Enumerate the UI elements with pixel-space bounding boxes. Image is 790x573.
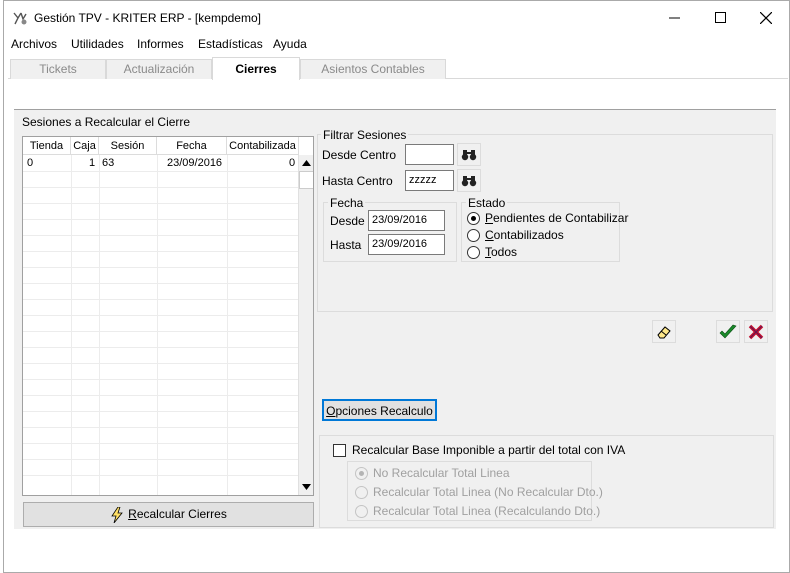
accept-button[interactable] xyxy=(716,320,740,343)
scroll-thumb[interactable] xyxy=(299,171,313,189)
search-hasta-centro-button[interactable] xyxy=(457,169,481,192)
tab-tickets[interactable]: Tickets xyxy=(10,59,106,79)
filter-group-label: Filtrar Sesiones xyxy=(321,128,409,142)
window-title: Gestión TPV - KRITER ERP - [kempdemo] xyxy=(34,11,261,25)
radio-no-recalcular[interactable]: No Recalcular Total Linea xyxy=(355,466,510,480)
checkbox-box xyxy=(333,443,346,457)
cell-caja: 1 xyxy=(89,157,96,169)
lightning-icon xyxy=(111,506,123,524)
estado-group-label: Estado xyxy=(466,196,508,210)
menu-archivos[interactable]: Archivos xyxy=(11,37,57,51)
grid-scrollbar[interactable] xyxy=(298,155,313,495)
radio-recalcular-dto-label: Recalcular Total Linea (Recalculando Dto… xyxy=(373,504,601,518)
tab-bar: Tickets Actualización Cierres Asientos C… xyxy=(8,57,788,80)
recalc-label: ecalcular Cierres xyxy=(136,507,227,521)
radio-recalcular-no-dto-label: Recalcular Total Linea (No Recalcular Dt… xyxy=(373,485,603,499)
binoculars-icon xyxy=(461,149,477,160)
radio-todos-label: Todos xyxy=(485,245,518,259)
app-window: Gestión TPV - KRITER ERP - [kempdemo] Ar… xyxy=(3,0,790,573)
maximize-button[interactable] xyxy=(697,1,743,34)
fecha-hasta-input[interactable]: 23/09/2016 xyxy=(368,234,445,255)
cell-tienda: 0 xyxy=(27,157,34,169)
menu-informes[interactable]: Informes xyxy=(137,37,184,51)
menu-estadisticas[interactable]: Estadísticas xyxy=(198,37,263,51)
cancel-button[interactable] xyxy=(744,320,768,343)
menu-utilidades[interactable]: Utilidades xyxy=(71,37,124,51)
tab-cierres[interactable]: Cierres xyxy=(212,57,300,80)
title-bar: Gestión TPV - KRITER ERP - [kempdemo] xyxy=(4,1,789,34)
radio-pendientes-label: Pendientes de Contabilizar xyxy=(485,211,629,225)
col-header-contabilizada[interactable]: Contabilizada xyxy=(227,137,299,155)
col-header-fecha[interactable]: Fecha xyxy=(157,137,227,155)
opciones-recalculo-button[interactable]: Opciones Recalculo xyxy=(322,399,437,421)
sessions-group-label: Sesiones a Recalcular el Cierre xyxy=(20,115,193,129)
fecha-hasta-label: Hasta xyxy=(330,238,362,252)
minimize-icon xyxy=(668,17,680,19)
col-header-caja[interactable]: Caja xyxy=(71,137,99,155)
search-desde-centro-button[interactable] xyxy=(457,143,481,166)
hasta-centro-input[interactable]: zzzzz xyxy=(405,170,454,191)
fecha-desde-input[interactable]: 23/09/2016 xyxy=(368,210,445,231)
desde-centro-input[interactable] xyxy=(405,144,454,165)
radio-todos[interactable]: Todos xyxy=(467,245,517,259)
menu-bar: Archivos Utilidades Informes Estadística… xyxy=(4,34,789,54)
cell-contabilizada: 0 xyxy=(289,157,296,169)
fecha-group-label: Fecha xyxy=(328,196,366,210)
col-header-sesion[interactable]: Sesión xyxy=(99,137,157,155)
radio-contabilizados-label: Contabilizados xyxy=(485,228,564,242)
cell-fecha: 23/09/2016 xyxy=(167,157,223,169)
radio-dot xyxy=(355,504,368,518)
binoculars-icon xyxy=(461,175,477,186)
opciones-label: pciones Recalculo xyxy=(335,404,433,418)
menu-ayuda[interactable]: Ayuda xyxy=(273,37,307,51)
scroll-down-icon[interactable] xyxy=(302,484,311,490)
close-button[interactable] xyxy=(743,1,789,34)
app-icon xyxy=(13,12,27,25)
scroll-up-icon[interactable] xyxy=(302,160,311,166)
cell-sesion: 63 xyxy=(102,157,115,169)
radio-dot xyxy=(467,211,480,225)
minimize-button[interactable] xyxy=(651,1,697,34)
radio-dot xyxy=(467,228,480,242)
radio-recalcular-dto[interactable]: Recalcular Total Linea (Recalculando Dto… xyxy=(355,504,600,518)
maximize-icon xyxy=(714,12,726,23)
checkmark-icon xyxy=(719,324,737,338)
tab-actualizacion[interactable]: Actualización xyxy=(106,59,212,79)
hasta-centro-label: Hasta Centro xyxy=(322,174,393,188)
tab-asientos-contables[interactable]: Asientos Contables xyxy=(300,59,446,79)
recalc-label-mnemonic: R xyxy=(128,507,137,521)
fecha-desde-label: Desde xyxy=(330,214,365,228)
radio-pendientes[interactable]: Pendientes de Contabilizar xyxy=(467,211,628,225)
radio-dot xyxy=(355,466,368,480)
radio-dot xyxy=(355,485,368,499)
radio-no-recalcular-label: No Recalcular Total Linea xyxy=(373,466,510,480)
sessions-grid: Tienda Caja Sesión Fecha Contabilizada 0… xyxy=(22,136,314,496)
red-x-icon xyxy=(748,324,764,339)
recalcular-cierres-button[interactable]: Recalcular Cierres xyxy=(23,502,314,527)
radio-contabilizados[interactable]: Contabilizados xyxy=(467,228,564,242)
radio-recalcular-no-dto[interactable]: Recalcular Total Linea (No Recalcular Dt… xyxy=(355,485,603,499)
col-header-tienda[interactable]: Tienda xyxy=(23,137,71,155)
desde-centro-label: Desde Centro xyxy=(322,148,397,162)
clear-button[interactable] xyxy=(652,320,676,343)
close-icon xyxy=(760,11,772,24)
radio-dot xyxy=(467,245,480,259)
recalc-base-label: Recalcular Base Imponible a partir del t… xyxy=(352,443,626,457)
eraser-icon xyxy=(657,325,671,338)
recalc-base-checkbox[interactable]: Recalcular Base Imponible a partir del t… xyxy=(333,443,625,457)
